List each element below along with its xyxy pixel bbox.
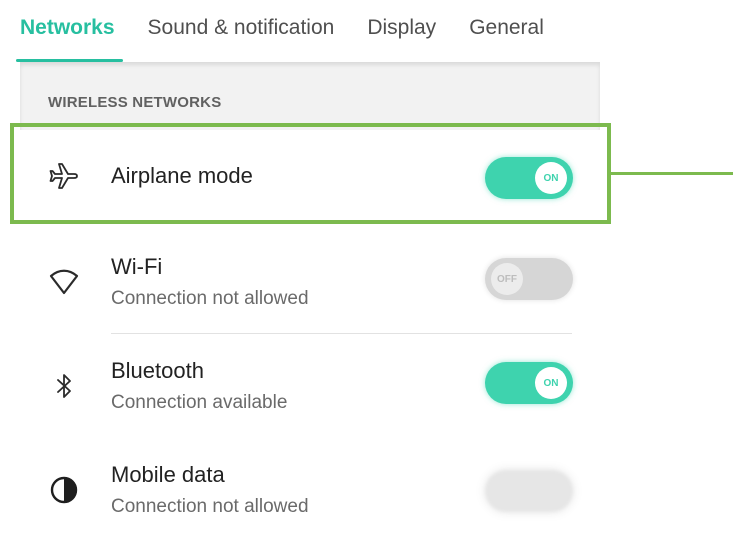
settings-screen: Networks Sound & notification Display Ge… (0, 0, 733, 544)
mobile-data-subtitle: Connection not allowed (111, 496, 309, 517)
mobile-data-title: Mobile data (111, 462, 225, 487)
bluetooth-toggle[interactable]: ON (485, 362, 573, 404)
bluetooth-title: Bluetooth (111, 358, 204, 383)
tab-sound-notification[interactable]: Sound & notification (148, 16, 335, 40)
wifi-row[interactable]: Wi-Fi Connection not allowed OFF (20, 228, 600, 332)
toggle-state-label: OFF (491, 263, 523, 295)
wifi-title: Wi-Fi (111, 254, 163, 279)
highlight-box (10, 123, 611, 224)
toggle-state-label: ON (535, 367, 567, 399)
mobile-data-icon (48, 474, 80, 506)
section-label: WIRELESS NETWORKS (48, 94, 222, 111)
wifi-icon (48, 266, 80, 298)
bluetooth-subtitle: Connection available (111, 392, 288, 413)
bluetooth-icon (48, 370, 80, 402)
wifi-subtitle: Connection not allowed (111, 288, 309, 309)
wifi-toggle[interactable]: OFF (485, 258, 573, 300)
tab-bar: Networks Sound & notification Display Ge… (16, 0, 600, 62)
bluetooth-row[interactable]: Bluetooth Connection available ON (20, 334, 600, 438)
callout-line (611, 172, 733, 175)
tab-networks[interactable]: Networks (16, 16, 123, 62)
tab-display[interactable]: Display (367, 16, 436, 40)
mobile-data-row[interactable]: Mobile data Connection not allowed (20, 440, 600, 544)
mobile-data-toggle[interactable] (485, 470, 573, 512)
tab-general[interactable]: General (469, 16, 544, 40)
